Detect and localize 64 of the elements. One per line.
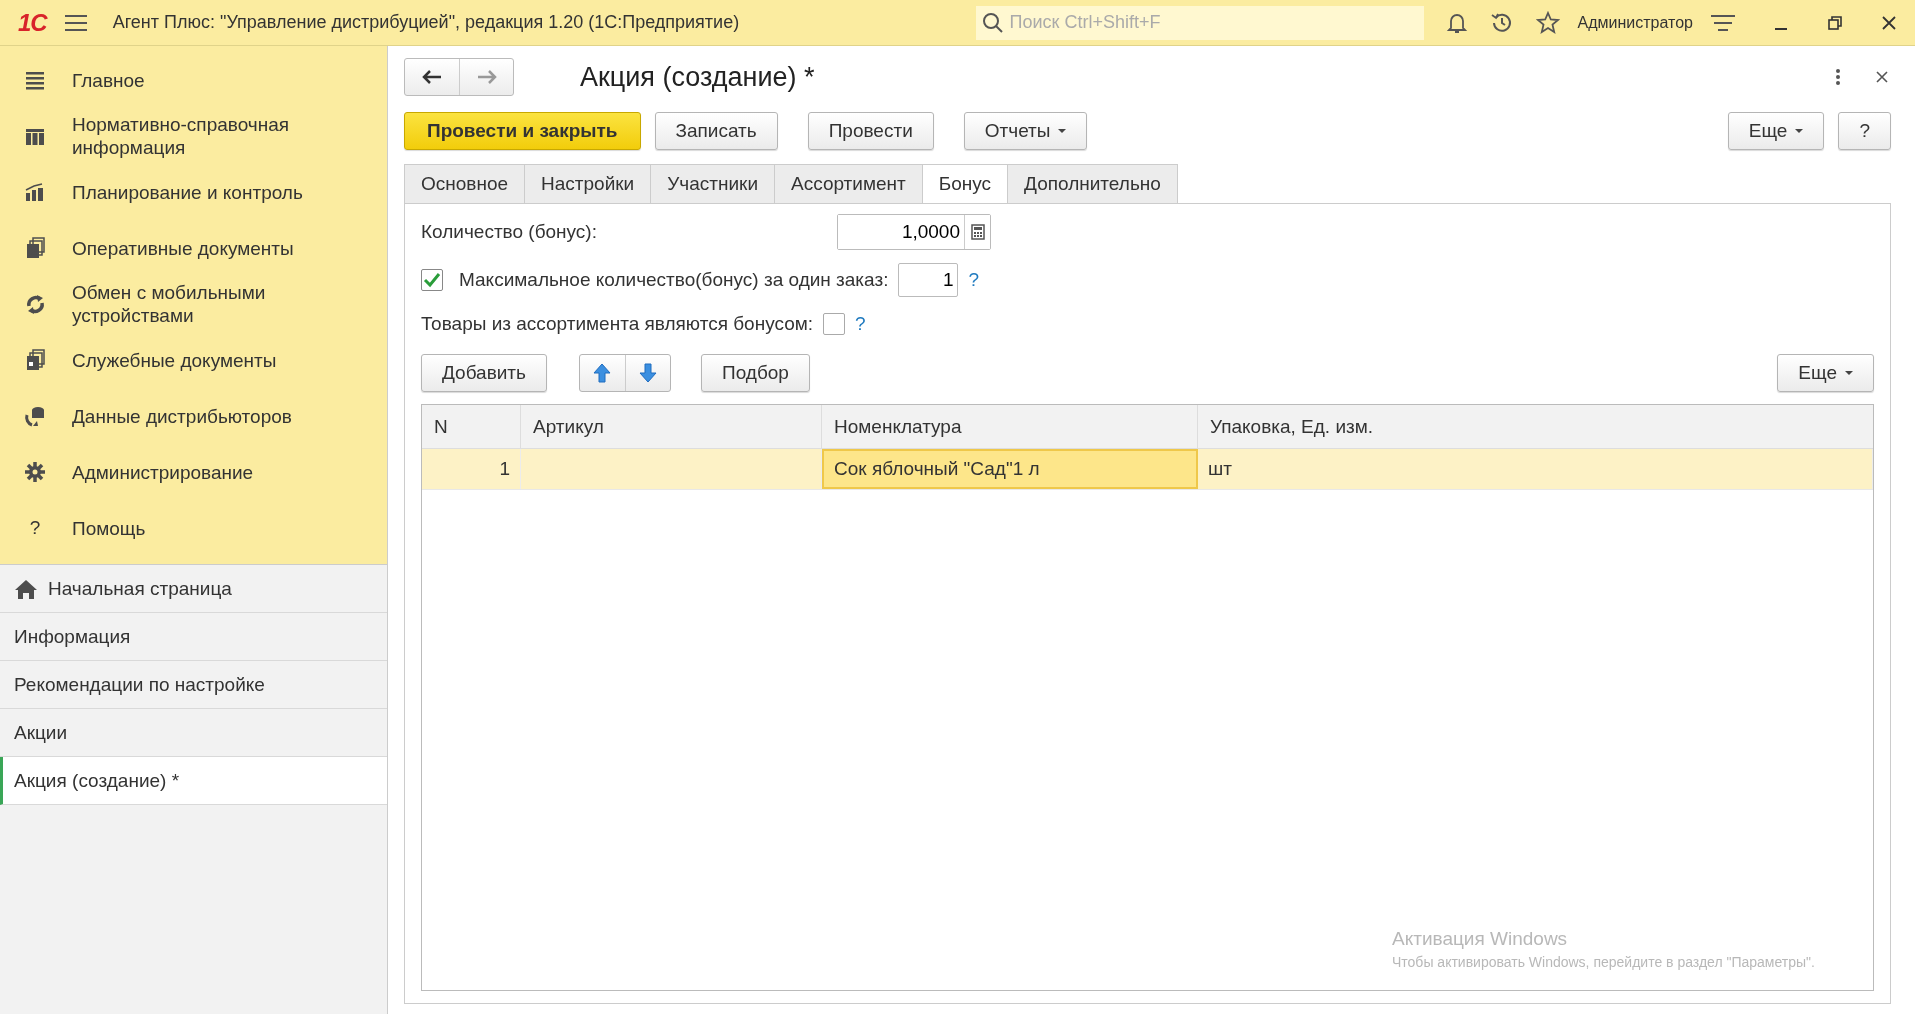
checkbox[interactable] (421, 269, 443, 291)
home-icon (14, 577, 38, 600)
toolbar-button[interactable]: Еще (1727, 112, 1825, 150)
tab[interactable]: Настройки (524, 164, 651, 204)
column-header[interactable]: Номенклатура (822, 405, 1198, 448)
pick-button[interactable]: Подбор (701, 354, 810, 392)
toolbar-button[interactable]: Отчеты (963, 112, 1088, 150)
field-label: Товары из ассортимента являются бонусом: (421, 313, 814, 335)
tab[interactable]: Участники (650, 164, 774, 204)
section-icon (24, 405, 46, 427)
section-item[interactable]: Нормативно-справочная информация (0, 108, 387, 164)
help-link[interactable]: ? (855, 313, 866, 335)
table-cell: 1 (422, 449, 521, 489)
column-header[interactable]: N (422, 405, 521, 448)
tab[interactable]: Бонус (921, 164, 1008, 204)
more-button[interactable]: Еще (1777, 354, 1874, 392)
column-header[interactable]: Упаковка, Ед. изм. (1198, 405, 1873, 448)
section-icon (24, 181, 46, 203)
section-item[interactable]: Планирование и контроль (0, 164, 387, 220)
caret-icon (1795, 129, 1804, 133)
section-item[interactable]: Администрирование (0, 444, 387, 500)
section-icon (24, 461, 46, 483)
tab[interactable]: Дополнительно (1007, 164, 1178, 204)
checkbox[interactable] (823, 313, 846, 335)
section-icon (24, 237, 46, 259)
table-cell: Сок яблочный "Сад"1 л (822, 449, 1198, 489)
section-item[interactable]: Главное (0, 52, 387, 108)
calculator-icon[interactable] (964, 215, 990, 249)
caret-icon (1058, 129, 1067, 133)
section-icon (24, 349, 46, 371)
add-button[interactable]: Добавить (421, 354, 547, 392)
toolbar-button[interactable]: Провести (807, 112, 934, 150)
activation-text: Чтобы активировать Windows, перейдите в раздел "Параметры". (1392, 954, 1815, 970)
section-icon (24, 293, 46, 315)
field-label: Максимальное количество(бонус) за один заказ: (459, 269, 889, 291)
toolbar-button[interactable]: Провести и закрыть (404, 112, 641, 150)
table-row[interactable]: 1 Сок яблочный "Сад"1 л шт (422, 449, 1873, 490)
search-field[interactable]: Поиск Ctrl+Shift+F (975, 5, 1424, 40)
toolbar-button[interactable]: ? (1838, 112, 1891, 150)
user-name[interactable]: Администратор (1577, 13, 1693, 32)
open-window-item[interactable]: Акция (создание) * (0, 757, 387, 805)
more-options-icon[interactable] (1833, 66, 1843, 88)
help-link[interactable]: ? (968, 269, 980, 291)
help-glyph: ? (28, 517, 42, 539)
quantity-field[interactable]: 1,0000 (837, 214, 991, 250)
search-icon (981, 11, 1004, 34)
section-item[interactable]: Обмен с мобильными устройствами (0, 276, 387, 332)
section-icon (24, 69, 46, 91)
caret-icon (1845, 371, 1853, 375)
window-title: Агент Плюс: "Управление дистрибуцией", редакция 1.20 (1С:Предприятие) (112, 12, 740, 33)
tab[interactable]: Основное (404, 164, 525, 204)
toolbar-button[interactable]: Записать (654, 112, 778, 150)
section-item[interactable]: Оперативные документы (0, 220, 387, 276)
form-title: Акция (создание) * (580, 61, 815, 93)
section-item[interactable]: ? Помощь (0, 500, 387, 556)
field-label: Количество (бонус): (421, 221, 598, 243)
max-quantity-field[interactable]: 1 (898, 263, 959, 297)
section-item[interactable]: Данные дистрибьюторов (0, 388, 387, 444)
app-logo: 1С (18, 8, 47, 37)
column-header[interactable]: Артикул (521, 405, 822, 448)
activation-title: Активация Windows (1392, 928, 1569, 950)
tab[interactable]: Ассортимент (774, 164, 922, 204)
section-item[interactable]: Служебные документы (0, 332, 387, 388)
table-cell: шт (1198, 449, 1873, 489)
